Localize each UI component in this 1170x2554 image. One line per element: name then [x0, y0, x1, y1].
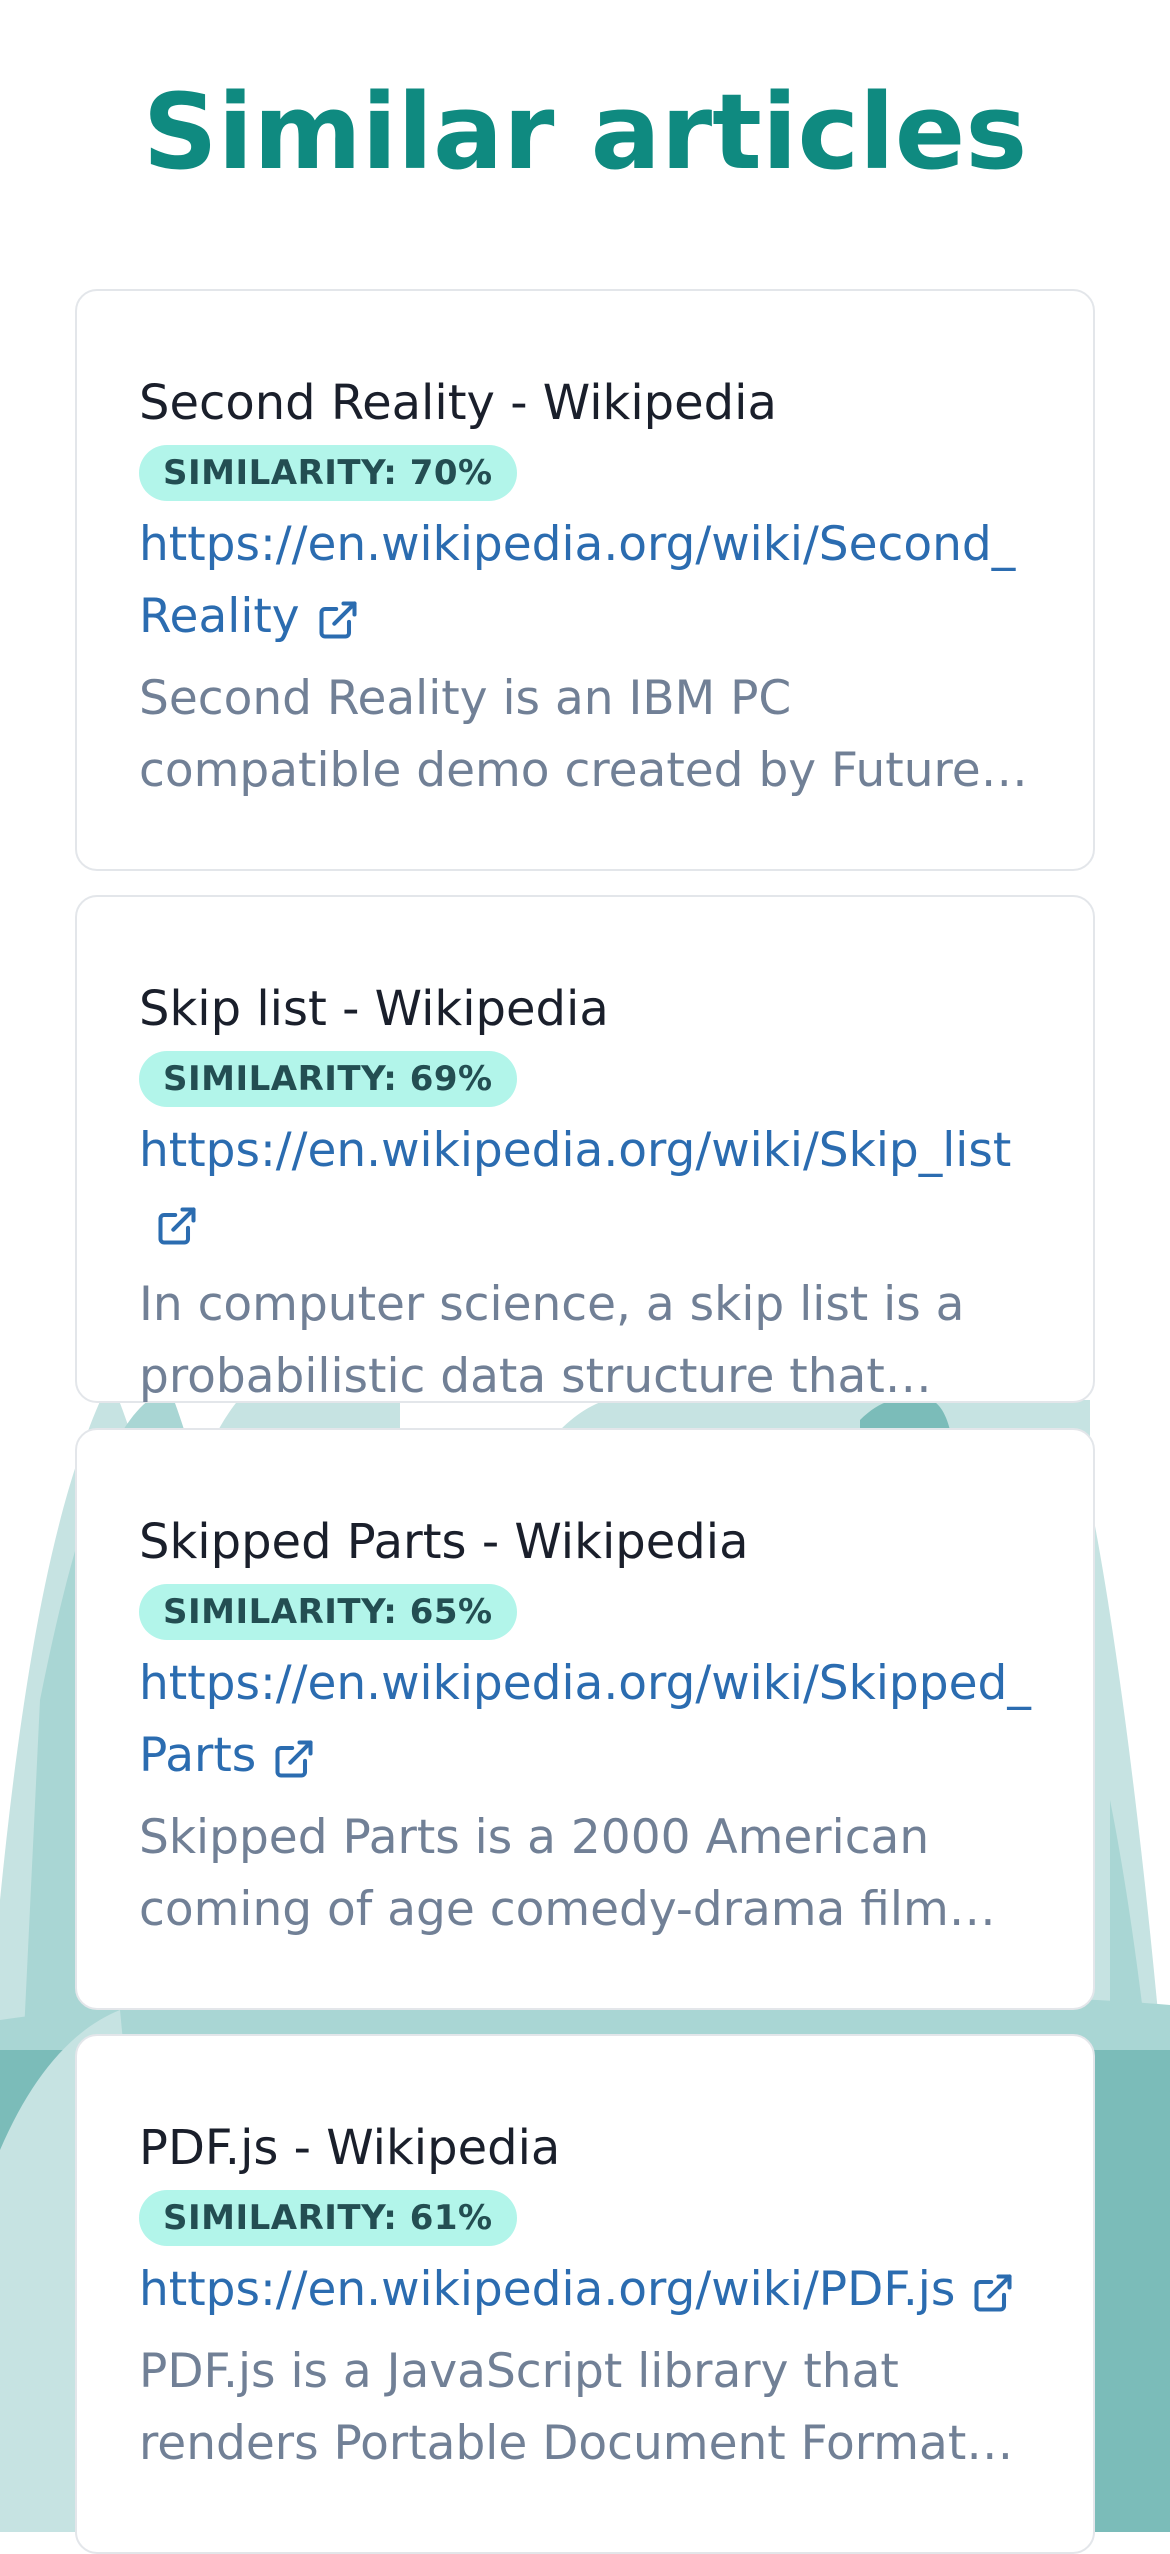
article-url-text[interactable]: https://en.wikipedia.org/wiki/Second_Rea… [139, 517, 1015, 644]
similarity-badge: SIMILARITY: 65% [139, 1584, 517, 1640]
article-card[interactable]: Skip list - Wikipedia SIMILARITY: 69% ht… [75, 895, 1095, 1404]
article-title[interactable]: PDF.js - Wikipedia [139, 2118, 1033, 2178]
article-card[interactable]: Skipped Parts - Wikipedia SIMILARITY: 65… [75, 1428, 1095, 2010]
article-link[interactable]: https://en.wikipedia.org/wiki/Second_Rea… [139, 509, 1033, 653]
similarity-badge: SIMILARITY: 70% [139, 445, 517, 501]
external-link-icon[interactable] [316, 598, 360, 642]
article-url-text[interactable]: https://en.wikipedia.org/wiki/PDF.js [139, 2262, 955, 2317]
article-link[interactable]: https://en.wikipedia.org/wiki/PDF.js [139, 2254, 1033, 2326]
article-link[interactable]: https://en.wikipedia.org/wiki/Skipped_Pa… [139, 1648, 1033, 1792]
article-card[interactable]: Second Reality - Wikipedia SIMILARITY: 7… [75, 289, 1095, 871]
article-title[interactable]: Skipped Parts - Wikipedia [139, 1512, 1033, 1572]
similarity-badge: SIMILARITY: 61% [139, 2190, 517, 2246]
article-description: Second Reality is an IBM PC compatible d… [139, 671, 981, 798]
similarity-badge: SIMILARITY: 69% [139, 1051, 517, 1107]
article-title[interactable]: Skip list - Wikipedia [139, 979, 1033, 1039]
article-description: Skipped Parts is a 2000 American coming … [139, 1810, 949, 1937]
page-title: Similar articles [142, 71, 1028, 193]
article-description: In computer science, a skip list is a pr… [139, 1277, 965, 1404]
external-link-icon[interactable] [155, 1204, 199, 1248]
external-link-icon[interactable] [272, 1737, 316, 1781]
article-link[interactable]: https://en.wikipedia.org/wiki/Skip_list [139, 1115, 1033, 1259]
article-description: PDF.js is a JavaScript library that rend… [139, 2344, 967, 2471]
article-card[interactable]: PDF.js - Wikipedia SIMILARITY: 61% https… [75, 2034, 1095, 2554]
external-link-icon[interactable] [971, 2271, 1015, 2315]
article-url-text[interactable]: https://en.wikipedia.org/wiki/Skip_list [139, 1123, 1011, 1178]
article-list: Second Reality - Wikipedia SIMILARITY: 7… [0, 0, 1170, 2554]
article-title[interactable]: Second Reality - Wikipedia [139, 373, 1033, 433]
